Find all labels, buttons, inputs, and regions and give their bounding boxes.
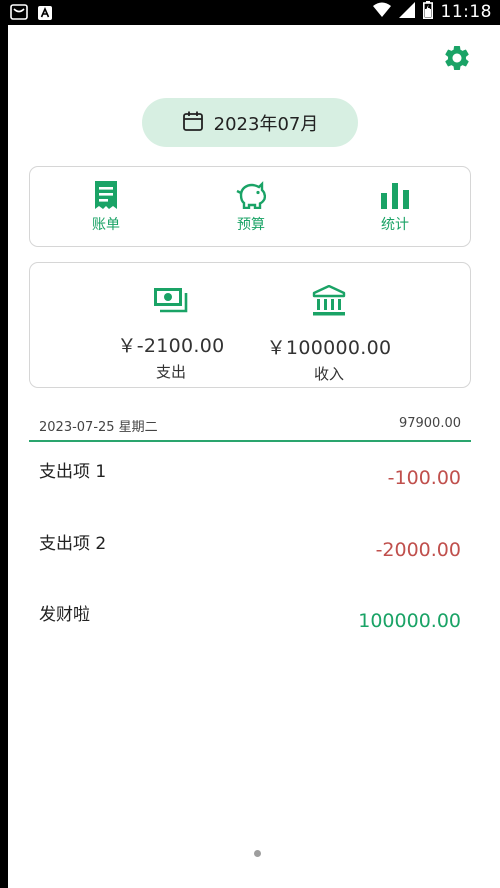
battery-icon [422,1,433,23]
receipt-icon [93,181,119,213]
a-badge-icon [38,5,52,24]
income-amount: ￥100000.00 [266,337,392,359]
entry-amount: -2000.00 [375,539,461,561]
feature-nav-card: 账单 预算 统计 [29,166,471,247]
app-screen: 2023年07月 账单 预算 统计 ￥-2100.00 支出 ￥100000.0… [8,25,500,888]
entry-name: 支出项 2 [39,534,107,554]
entry-amount: 100000.00 [358,610,461,632]
signal-icon [398,2,415,22]
entry-name: 支出项 1 [39,462,107,482]
day-total: 97900.00 [398,416,461,431]
cash-icon [153,285,189,319]
day-date: 2023-07-25 星期二 [39,420,158,435]
nav-item-label: 账单 [92,217,120,233]
expense-summary[interactable]: ￥-2100.00 支出 [91,285,251,382]
gear-icon [442,45,472,77]
income-caption: 收入 [313,365,344,383]
notification-icon [10,4,28,24]
expense-amount: ￥-2100.00 [117,335,225,357]
list-item[interactable]: 支出项 2 -2000.00 [29,529,471,589]
piggy-bank-icon [236,181,267,213]
entry-amount: -100.00 [387,467,461,489]
month-label: 2023年07月 [213,113,319,135]
day-group-header: 2023-07-25 星期二 97900.00 [29,414,471,442]
calendar-icon [182,110,204,136]
settings-button[interactable] [442,43,472,73]
nav-item-budget[interactable]: 预算 [211,181,291,234]
list-item[interactable]: 支出项 1 -100.00 [29,457,471,517]
list-item[interactable]: 发财啦 100000.00 [29,600,471,660]
expense-caption: 支出 [155,363,186,381]
summary-card: ￥-2100.00 支出 ￥100000.00 收入 [29,262,471,388]
wifi-icon [372,2,391,22]
nav-item-stats[interactable]: 统计 [355,181,435,234]
bank-icon [312,284,346,321]
income-summary[interactable]: ￥100000.00 收入 [249,284,409,384]
nav-item-label: 预算 [237,217,265,233]
nav-item-bills[interactable]: 账单 [66,181,146,234]
status-time: 11:18 [440,2,492,22]
status-bar: 11:18 [0,0,500,25]
month-selector[interactable]: 2023年07月 [142,98,358,147]
nav-item-label: 统计 [381,217,409,233]
page-indicator [254,850,261,857]
bar-chart-icon [380,181,410,213]
entry-name: 发财啦 [39,605,90,625]
